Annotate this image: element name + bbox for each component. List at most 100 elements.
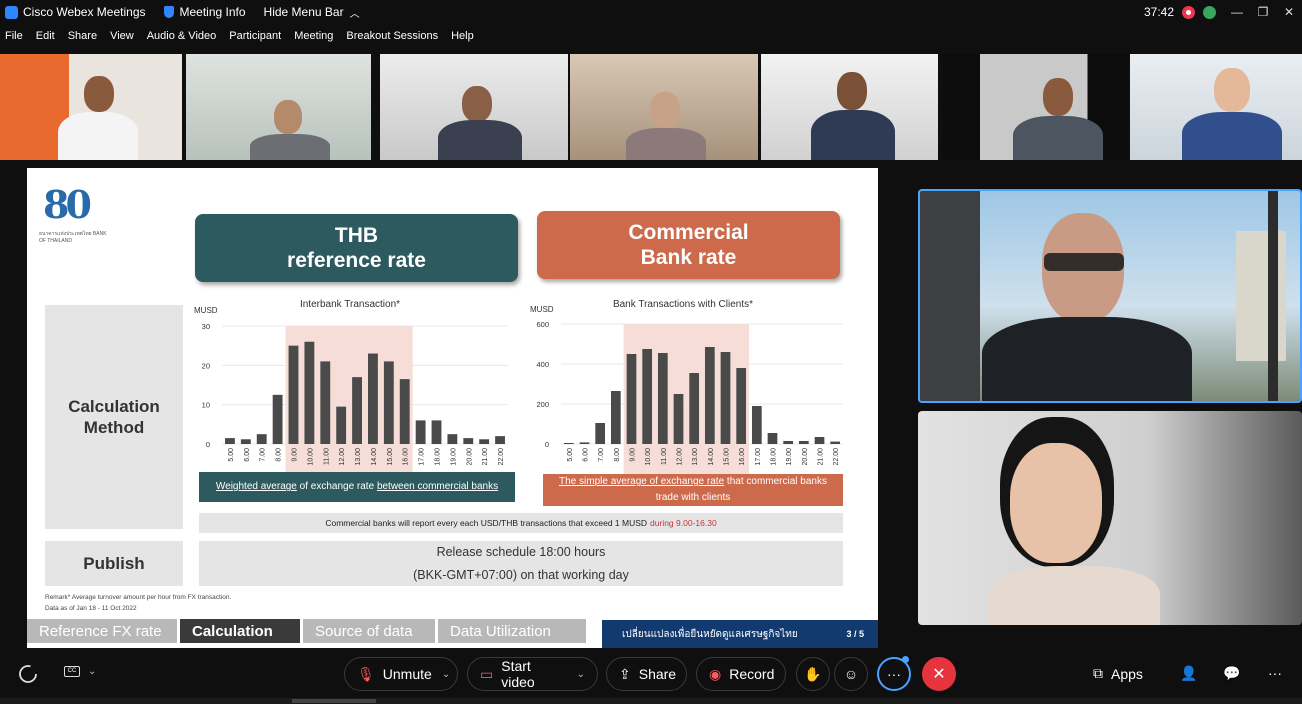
menu-meeting[interactable]: Meeting bbox=[294, 30, 333, 42]
y-tick-label: 0 bbox=[206, 440, 210, 449]
release-line1: Release schedule 18:00 hours bbox=[436, 545, 606, 559]
bar bbox=[689, 373, 700, 444]
x-tick-label: 5.00 bbox=[567, 448, 574, 462]
participant-strip bbox=[0, 48, 1302, 160]
bar bbox=[383, 361, 394, 444]
close-window-icon[interactable]: ✕ bbox=[1276, 5, 1302, 19]
participant-video-tile[interactable] bbox=[186, 54, 371, 160]
app-name: Cisco Webex Meetings bbox=[23, 5, 146, 19]
bar bbox=[563, 443, 574, 444]
menu-audio-video[interactable]: Audio & Video bbox=[147, 30, 217, 42]
participant-video-large[interactable] bbox=[918, 411, 1302, 625]
bar bbox=[368, 353, 378, 444]
active-speaker-video[interactable] bbox=[918, 189, 1302, 403]
participant-video-tile[interactable] bbox=[380, 54, 568, 160]
leave-meeting-button[interactable]: ✕ bbox=[922, 657, 956, 691]
bar bbox=[610, 391, 621, 444]
raise-hand-button[interactable]: ✋ bbox=[796, 657, 830, 691]
cb-description: The simple average of exchange rate that… bbox=[543, 474, 843, 506]
menu-breakout-sessions[interactable]: Breakout Sessions bbox=[346, 30, 438, 42]
cc-icon: CC bbox=[64, 666, 80, 677]
participant-video-tile[interactable] bbox=[0, 54, 182, 160]
bar bbox=[415, 420, 426, 444]
note-text: Commercial banks will report every each … bbox=[325, 518, 648, 528]
menu-view[interactable]: View bbox=[110, 30, 134, 42]
chevron-up-icon: ︿ bbox=[349, 8, 360, 20]
connection-status-icon[interactable] bbox=[18, 664, 38, 684]
reactions-button[interactable]: ☺ bbox=[834, 657, 868, 691]
chevron-down-icon: ⌄ bbox=[88, 666, 97, 677]
publish-label: Publish bbox=[45, 541, 183, 586]
bar bbox=[256, 434, 267, 444]
share-button[interactable]: ⇪ Share bbox=[606, 657, 687, 691]
x-tick-label: 6.00 bbox=[244, 448, 251, 462]
bar bbox=[479, 439, 490, 444]
chevron-down-icon[interactable]: ⌄ bbox=[577, 669, 585, 680]
hide-menu-bar-button[interactable]: Hide Menu Bar ︿ bbox=[264, 5, 360, 20]
bar bbox=[830, 441, 841, 444]
cb-header-line1: Commercial bbox=[628, 221, 749, 244]
unmute-button[interactable]: 🎙 Unmute ⌄ bbox=[344, 657, 458, 691]
taskbar-strip bbox=[0, 698, 1302, 704]
bar bbox=[463, 438, 474, 444]
x-tick-label: 7.00 bbox=[260, 448, 267, 462]
bar bbox=[814, 437, 825, 444]
chat-button[interactable]: 💬 bbox=[1223, 665, 1240, 682]
process-steps: Reference FX rate Calculation Source of … bbox=[27, 619, 589, 644]
x-tick-label: 8.00 bbox=[614, 448, 621, 462]
chart-svg: 0 200 400 600 5.00 6.00 7.00 8.00 9.00 10.00 11.00… bbox=[536, 320, 843, 478]
apps-button[interactable]: ⧉ Apps bbox=[1093, 665, 1143, 682]
network-health-icon[interactable] bbox=[1203, 5, 1216, 19]
chevron-down-icon[interactable]: ⌄ bbox=[442, 669, 450, 680]
chat-icon: 💬 bbox=[1223, 665, 1241, 681]
menu-share[interactable]: Share bbox=[68, 30, 97, 42]
remark-line2: Data as of Jan 18 - 11 Oct 2022 bbox=[45, 605, 137, 612]
x-tick-label: 8.00 bbox=[276, 448, 283, 462]
meeting-info-button[interactable]: Meeting Info bbox=[163, 5, 246, 19]
bar bbox=[720, 352, 731, 444]
bar bbox=[272, 394, 283, 444]
x-tick-label: 11.00 bbox=[323, 448, 330, 465]
participant-video-tile[interactable] bbox=[943, 54, 1128, 160]
menu-participant[interactable]: Participant bbox=[229, 30, 281, 42]
bar bbox=[595, 423, 606, 444]
bar bbox=[798, 441, 809, 444]
participant-video-tile[interactable] bbox=[761, 54, 938, 160]
start-video-button[interactable]: ▭ Start video ⌄ bbox=[467, 657, 598, 691]
bar bbox=[626, 354, 637, 444]
y-tick-label: 200 bbox=[536, 400, 549, 409]
share-label: Share bbox=[638, 666, 677, 682]
x-tick-label: 15.00 bbox=[387, 448, 394, 466]
participants-button[interactable]: 👤 bbox=[1180, 665, 1197, 682]
thb-desc-c: between commercial banks bbox=[376, 481, 499, 492]
bar bbox=[657, 353, 668, 444]
record-icon: ◉ bbox=[709, 665, 722, 682]
x-tick-label: 18.00 bbox=[771, 448, 778, 466]
participant-video-tile[interactable] bbox=[570, 54, 758, 160]
overflow-icon: ··· bbox=[1268, 665, 1282, 681]
x-tick-label: 13.00 bbox=[355, 448, 362, 466]
x-tick-label: 20.00 bbox=[466, 448, 473, 466]
mic-muted-icon: 🎙 bbox=[357, 665, 375, 682]
record-label: Record bbox=[729, 666, 775, 682]
record-button[interactable]: ◉ Record bbox=[696, 657, 786, 691]
minimize-icon[interactable]: — bbox=[1224, 5, 1250, 19]
x-tick-label: 5.00 bbox=[228, 448, 235, 462]
bar bbox=[288, 345, 299, 444]
commercial-bank-rate-header: Commercial Bank rate bbox=[537, 211, 840, 279]
menu-help[interactable]: Help bbox=[451, 30, 474, 42]
participant-video-tile[interactable] bbox=[1130, 54, 1302, 160]
overflow-menu-button[interactable]: ··· bbox=[1268, 665, 1282, 681]
thb-desc-b: of exchange rate bbox=[296, 481, 377, 492]
captions-button[interactable]: CC ⌄ bbox=[64, 666, 96, 677]
x-tick-label: 14.00 bbox=[371, 448, 378, 466]
x-tick-label: 17.00 bbox=[419, 448, 426, 466]
x-tick-label: 11.00 bbox=[661, 448, 668, 465]
note-time-range: during 9.00-16.30 bbox=[650, 518, 717, 528]
menu-edit[interactable]: Edit bbox=[36, 30, 55, 42]
menu-file[interactable]: File bbox=[5, 30, 23, 42]
bar bbox=[767, 433, 778, 444]
restore-icon[interactable]: ❐ bbox=[1250, 5, 1276, 19]
x-tick-label: 22.00 bbox=[833, 448, 840, 466]
y-tick-label: 10 bbox=[202, 401, 210, 410]
